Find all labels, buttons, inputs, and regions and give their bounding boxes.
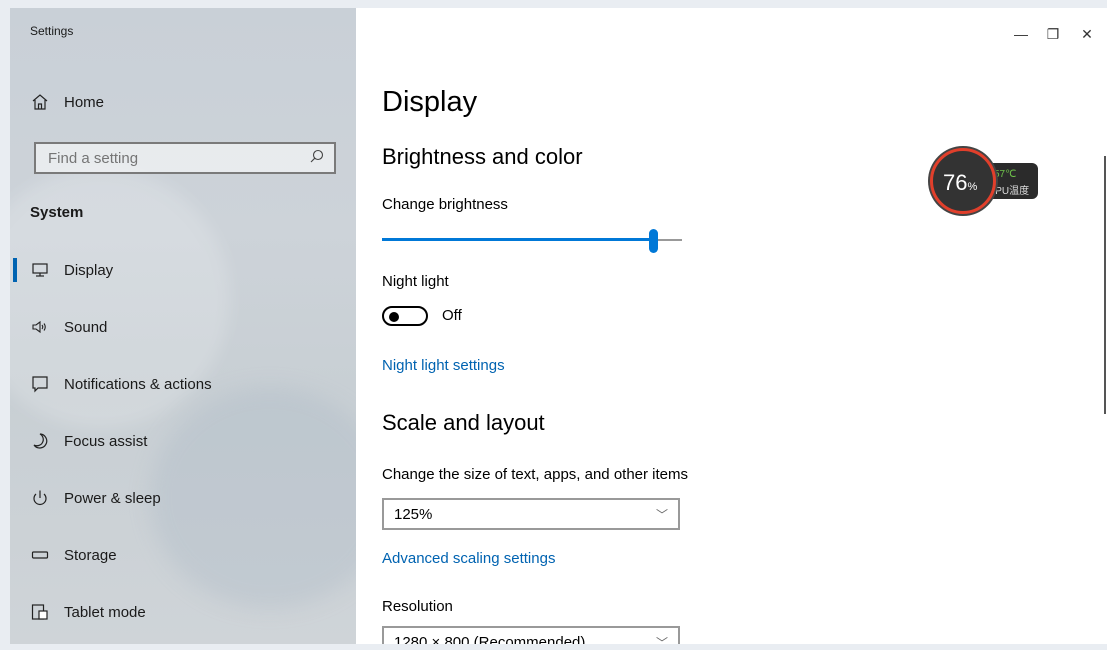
search-box[interactable] (34, 142, 336, 174)
night-light-label: Night light (382, 273, 449, 290)
resolution-label: Resolution (382, 598, 453, 615)
brightness-heading: Brightness and color (382, 144, 583, 169)
cpu-percent: 76 (943, 170, 968, 195)
main-content: Display Brightness and color Change brig… (382, 8, 1082, 644)
sidebar-item-focus-assist[interactable]: Focus assist (10, 421, 356, 461)
sidebar-item-notifications[interactable]: Notifications & actions (10, 364, 356, 404)
sidebar-item-label: Display (64, 261, 114, 279)
brightness-label: Change brightness (382, 196, 508, 213)
sidebar-item-label: Tablet mode (64, 603, 146, 621)
night-light-settings-link[interactable]: Night light settings (382, 357, 505, 374)
section-title: System (30, 204, 84, 221)
sidebar-item-label: Focus assist (64, 432, 148, 450)
sidebar-item-sound[interactable]: Sound (10, 307, 356, 347)
sidebar-item-tablet-mode[interactable]: Tablet mode (10, 592, 356, 632)
sidebar-item-label: Storage (64, 546, 117, 564)
scale-heading: Scale and layout (382, 410, 545, 435)
sidebar-item-label: Home (64, 93, 105, 111)
sidebar-item-label: Notifications & actions (64, 375, 212, 393)
power-icon (30, 488, 50, 508)
search-input[interactable] (46, 148, 290, 168)
tablet-mode-icon (30, 602, 50, 622)
resolution-dropdown[interactable]: 1280 × 800 (Recommended) ﹀ (382, 626, 680, 644)
night-light-state: Off (442, 307, 462, 324)
search-icon[interactable] (310, 149, 324, 167)
advanced-scaling-link[interactable]: Advanced scaling settings (382, 550, 555, 567)
cpu-usage-ring: 76% (930, 148, 996, 214)
storage-icon (30, 545, 50, 565)
sidebar-item-storage[interactable]: Storage (10, 535, 356, 575)
scale-value: 125% (394, 505, 433, 523)
resolution-value: 1280 × 800 (Recommended) (394, 633, 586, 645)
sidebar-item-display[interactable]: Display (10, 250, 356, 290)
cpu-temperature: 57℃ (994, 169, 1017, 180)
slider-thumb[interactable] (649, 229, 658, 253)
scrollbar[interactable] (1104, 156, 1106, 414)
sidebar-item-label: Power & sleep (64, 489, 161, 507)
chevron-down-icon: ﹀ (655, 507, 668, 522)
page-title: Display (382, 86, 478, 118)
app-title: Settings (30, 24, 74, 38)
size-label: Change the size of text, apps, and other… (382, 466, 689, 483)
display-icon (30, 260, 50, 280)
cpu-widget[interactable]: 57℃ CPU温度 76% (930, 148, 1042, 220)
chevron-down-icon: ﹀ (655, 635, 668, 645)
notification-icon (30, 374, 50, 394)
scale-dropdown[interactable]: 125% ﹀ (382, 498, 680, 530)
brightness-slider[interactable] (382, 229, 682, 253)
settings-window: Settings Home System Display Sound (10, 8, 1107, 644)
sidebar-item-home[interactable]: Home (10, 82, 356, 122)
sidebar-item-power-sleep[interactable]: Power & sleep (10, 478, 356, 518)
night-light-toggle[interactable] (382, 306, 428, 326)
home-icon (30, 92, 50, 112)
moon-icon (30, 431, 50, 451)
sidebar-item-label: Sound (64, 318, 108, 336)
sidebar: Settings Home System Display Sound (10, 8, 356, 644)
speaker-icon (30, 317, 50, 337)
cpu-percent-unit: % (967, 181, 978, 193)
